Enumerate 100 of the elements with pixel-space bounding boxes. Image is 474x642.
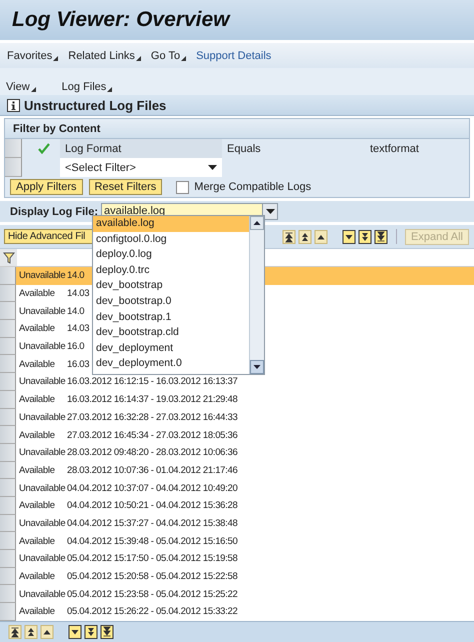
row-selector[interactable] bbox=[0, 320, 16, 338]
status-cell-text: Unavailable bbox=[18, 518, 65, 529]
check-icon bbox=[38, 143, 50, 154]
row-selector[interactable] bbox=[5, 158, 22, 177]
panel-title: Unstructured Log Files bbox=[24, 98, 166, 112]
table-cell: Equals bbox=[227, 142, 261, 154]
previous-page-icon[interactable] bbox=[24, 625, 38, 640]
filter-icon[interactable] bbox=[2, 252, 14, 264]
menu-item[interactable]: Log Files bbox=[62, 80, 106, 92]
next-page-icon[interactable] bbox=[84, 625, 98, 640]
time-range-cell-text: 14.0 bbox=[66, 270, 84, 282]
row-selector[interactable] bbox=[0, 373, 16, 391]
first-page-icon[interactable] bbox=[8, 625, 22, 640]
previous-page-icon[interactable] bbox=[298, 230, 312, 244]
dropdown-corner-icon bbox=[181, 56, 186, 60]
filter-button[interactable]: Reset Filters bbox=[88, 179, 162, 195]
status-cell-text: Unavailable bbox=[18, 306, 65, 317]
status-cell-text: Available bbox=[18, 464, 56, 476]
status-cell-text: Available bbox=[18, 606, 56, 618]
row-selector[interactable] bbox=[0, 550, 16, 568]
time-range-cell-text: 16.03.2012 16:12:15 - 16.03.2012 16:13:37 bbox=[66, 376, 238, 388]
scroll-up-icon[interactable] bbox=[250, 216, 264, 230]
menu-item[interactable]: Favorites bbox=[7, 50, 52, 62]
status-cell-text: Unavailable bbox=[18, 553, 65, 564]
dropdown-corner-icon bbox=[136, 56, 141, 60]
row-selector[interactable] bbox=[0, 496, 16, 515]
time-range-cell-text: 05.04.2012 15:26:22 - 05.04.2012 15:33:22 bbox=[66, 606, 238, 618]
status-cell-text: Available bbox=[18, 500, 56, 512]
status-cell-text: Available bbox=[18, 323, 56, 334]
row-selector[interactable] bbox=[0, 568, 16, 586]
next-icon[interactable] bbox=[68, 625, 82, 640]
filter-button[interactable]: Apply Filters bbox=[10, 179, 83, 195]
status-cell-text: Available bbox=[18, 536, 56, 547]
time-range-cell-text: 27.03.2012 16:32:28 - 27.03.2012 16:44:33 bbox=[66, 412, 238, 423]
scroll-down-icon[interactable] bbox=[250, 360, 264, 374]
dropdown-option[interactable]: available.log bbox=[93, 216, 249, 232]
menu-item[interactable]: View bbox=[6, 80, 30, 92]
row-selector[interactable] bbox=[0, 338, 16, 356]
dropdown-option[interactable]: deploy.0.log bbox=[93, 247, 249, 263]
row-selector[interactable] bbox=[0, 302, 16, 320]
row-selector[interactable] bbox=[0, 426, 16, 444]
next-icon[interactable] bbox=[342, 230, 356, 244]
status-cell-text: Unavailable bbox=[18, 412, 65, 423]
previous-icon[interactable] bbox=[314, 230, 328, 244]
status-cell-text: Unavailable bbox=[18, 341, 65, 352]
merge-checkbox[interactable] bbox=[176, 180, 190, 194]
row-selector[interactable] bbox=[0, 408, 16, 426]
dropdown-option[interactable]: dev_deployment bbox=[93, 340, 249, 356]
filter-title: Filter by Content bbox=[13, 122, 100, 134]
status-cell-text: Unavailable bbox=[18, 447, 65, 458]
dropdown-option[interactable]: dev_bootstrap.0 bbox=[93, 294, 249, 310]
support-details-link[interactable]: Support Details bbox=[196, 50, 272, 62]
status-cell-text: Unavailable bbox=[18, 270, 65, 282]
checkbox-label: Merge Compatible Logs bbox=[194, 181, 312, 193]
dropdown-option[interactable]: deploy.0.trc bbox=[93, 262, 249, 278]
dropdown-option[interactable]: dev_deployment.0 bbox=[93, 356, 249, 372]
last-page-icon[interactable] bbox=[100, 625, 114, 640]
row-selector[interactable] bbox=[0, 514, 16, 532]
info-icon bbox=[7, 98, 20, 112]
status-cell-text: Unavailable bbox=[18, 588, 65, 600]
dropdown-option[interactable]: dev_bootstrap.1 bbox=[93, 310, 249, 326]
time-range-cell-text: 28.03.2012 10:07:36 - 01.04.2012 21:17:46 bbox=[66, 464, 238, 476]
table-cell: Log Format bbox=[65, 142, 122, 154]
menu-item[interactable]: Go To bbox=[150, 50, 180, 62]
status-cell-text: Available bbox=[18, 288, 56, 300]
row-selector[interactable] bbox=[5, 139, 22, 158]
time-range-cell-text: 28.03.2012 09:48:20 - 28.03.2012 10:06:36 bbox=[66, 447, 238, 458]
dropdown-option[interactable]: dev_bootstrap bbox=[93, 278, 249, 294]
time-range-cell-text: 16.0 bbox=[66, 341, 84, 352]
time-range-cell-text: 04.04.2012 15:37:27 - 04.04.2012 15:38:48 bbox=[66, 518, 238, 529]
status-cell-text: Available bbox=[18, 394, 56, 406]
dropdown-arrow-icon bbox=[208, 165, 217, 170]
first-page-icon[interactable] bbox=[282, 230, 296, 244]
time-range-cell-text: 14.03 bbox=[66, 323, 90, 334]
filter-select[interactable]: <Select Filter> bbox=[60, 158, 222, 177]
row-selector[interactable] bbox=[0, 355, 16, 374]
previous-icon[interactable] bbox=[40, 625, 54, 640]
dropdown-option[interactable]: dev_bootstrap.cld bbox=[93, 325, 249, 341]
row-selector[interactable] bbox=[0, 462, 16, 480]
status-cell-text: Unavailable bbox=[18, 376, 65, 388]
time-range-cell-text: 05.04.2012 15:20:58 - 05.04.2012 15:22:58 bbox=[66, 571, 238, 582]
dropdown-corner-icon bbox=[53, 56, 58, 60]
menu-item[interactable]: Related Links bbox=[68, 50, 135, 62]
time-range-cell-text: 05.04.2012 15:17:50 - 05.04.2012 15:19:58 bbox=[66, 553, 238, 564]
time-range-cell-text: 27.03.2012 16:45:34 - 27.03.2012 18:05:36 bbox=[66, 430, 238, 441]
dropdown-corner-icon bbox=[107, 86, 112, 92]
time-range-cell-text: 04.04.2012 10:50:21 - 04.04.2012 15:36:28 bbox=[66, 500, 238, 512]
time-range-cell-text: 16.03 bbox=[66, 358, 90, 370]
row-selector[interactable] bbox=[0, 479, 16, 497]
row-selector[interactable] bbox=[0, 532, 16, 550]
last-page-icon[interactable] bbox=[374, 230, 388, 244]
row-selector[interactable] bbox=[0, 585, 16, 604]
row-selector[interactable] bbox=[0, 444, 16, 462]
dropdown-arrow-icon bbox=[266, 209, 275, 214]
status-cell-text: Available bbox=[18, 571, 56, 582]
next-page-icon[interactable] bbox=[358, 230, 372, 244]
field-label: Display Log File: bbox=[10, 206, 98, 218]
status-cell-text: Available bbox=[18, 430, 56, 441]
row-selector[interactable] bbox=[0, 284, 16, 302]
row-selector[interactable] bbox=[0, 390, 16, 408]
